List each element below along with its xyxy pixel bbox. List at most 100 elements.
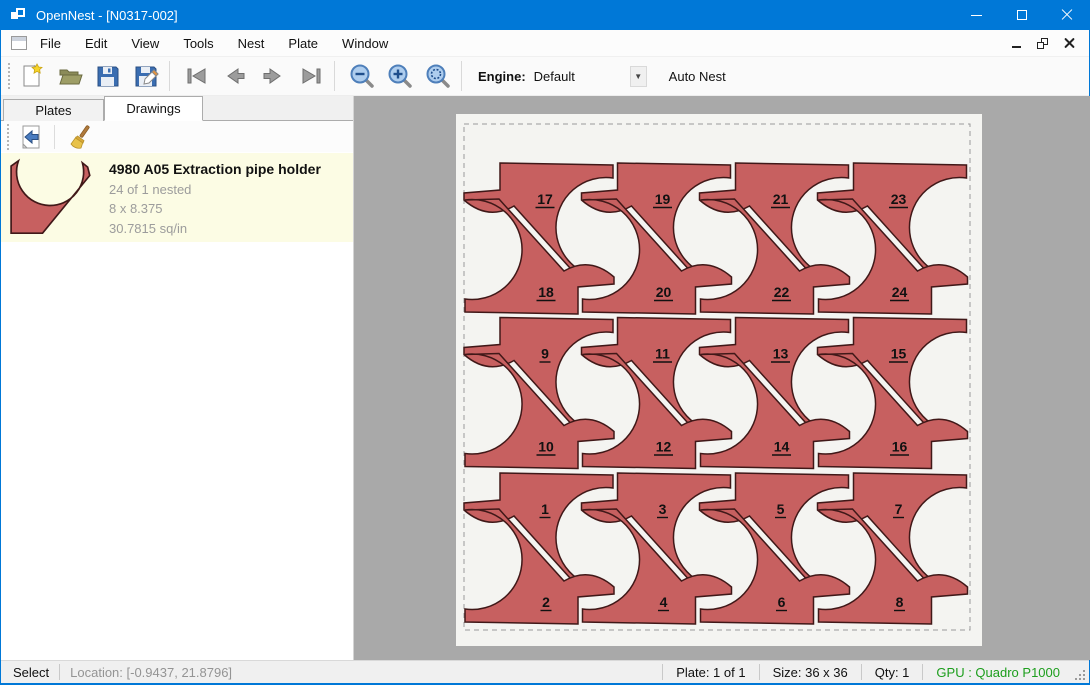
next-plate-button[interactable] [256,60,290,92]
menu-view[interactable]: View [120,32,170,55]
new-button[interactable] [15,60,49,92]
part-number-13: 13 [773,346,789,362]
broom-icon [69,124,95,150]
mdi-minimize-button[interactable] [1012,46,1021,48]
tab-strip: Plates Drawings [1,96,353,121]
part-number-22: 22 [774,284,790,300]
part-number-6: 6 [778,594,786,610]
part-number-19: 19 [655,191,671,207]
last-plate-button[interactable] [294,60,328,92]
clear-drawings-button[interactable] [65,121,99,153]
save-as-icon [133,63,159,89]
part-number-18: 18 [538,284,554,300]
part-number-2: 2 [542,594,550,610]
first-plate-button[interactable] [180,60,214,92]
part-number-21: 21 [773,191,789,207]
zoom-out-icon [349,63,375,89]
part-number-15: 15 [891,346,907,362]
part-number-23: 23 [891,191,907,207]
import-drawing-button[interactable] [14,121,48,153]
open-button[interactable] [53,60,87,92]
last-arrow-icon [298,63,324,89]
mdi-close-button[interactable] [1064,38,1075,49]
nest-drawing: 171921231820222491113151012141613572468 [354,96,1090,660]
part-thumbnail [9,157,95,238]
main-toolbar: Engine: Default ▼ Auto Nest [1,57,1089,96]
part-number-10: 10 [538,439,554,455]
status-qty: Qty: 1 [872,665,913,680]
close-icon [1061,9,1073,21]
import-arrow-icon [18,124,44,150]
mdi-restore-button[interactable] [1037,38,1048,49]
save-as-button[interactable] [129,60,163,92]
window-title: OpenNest - [N0317-002] [36,8,178,23]
resize-grip[interactable] [1073,668,1087,682]
menu-plate[interactable]: Plate [277,32,329,55]
part-number-14: 14 [774,439,790,455]
part-number-7: 7 [895,501,903,517]
open-folder-icon [57,63,83,89]
drawings-toolbar-grip[interactable] [7,124,10,150]
tab-plates[interactable]: Plates [3,99,104,121]
zoom-in-icon [387,63,413,89]
minimize-button[interactable] [954,0,999,30]
part-number-16: 16 [892,439,908,455]
part-number-4: 4 [660,594,668,610]
drawing-area: 30.7815 sq/in [109,221,321,236]
document-icon[interactable] [11,36,27,50]
auto-nest-button[interactable]: Auto Nest [661,64,734,89]
menu-bar: File Edit View Tools Nest Plate Window [1,30,1089,57]
part-number-5: 5 [777,501,785,517]
status-bar: Select Location: [-0.9437, 21.8796] Plat… [1,660,1089,683]
menu-edit[interactable]: Edit [74,32,118,55]
first-arrow-icon [184,63,210,89]
part-number-1: 1 [541,501,549,517]
previous-arrow-icon [222,63,248,89]
part-number-9: 9 [541,346,549,362]
status-mode: Select [13,665,49,680]
new-document-icon [19,63,45,89]
engine-value: Default [532,69,628,84]
menu-window[interactable]: Window [331,32,399,55]
zoom-extents-icon [425,63,451,89]
previous-plate-button[interactable] [218,60,252,92]
part-number-3: 3 [659,501,667,517]
drawing-list-item[interactable]: 4980 A05 Extraction pipe holder 24 of 1 … [1,153,353,242]
title-bar: OpenNest - [N0317-002] [1,0,1089,30]
menu-file[interactable]: File [29,32,72,55]
maximize-icon [1017,10,1027,20]
left-panel: Plates Drawings 4980 A05 Extraction pipe… [1,96,354,660]
zoom-extents-button[interactable] [421,60,455,92]
thumbnail-part-shape [11,161,90,233]
part-number-8: 8 [896,594,904,610]
menu-tools[interactable]: Tools [172,32,224,55]
nest-canvas[interactable]: 171921231820222491113151012141613572468 [354,96,1090,660]
drawing-nested-count: 24 of 1 nested [109,182,321,197]
drawing-title: 4980 A05 Extraction pipe holder [109,161,321,177]
app-icon [11,8,27,22]
status-size: Size: 36 x 36 [770,665,851,680]
zoom-in-button[interactable] [383,60,417,92]
minimize-icon [971,15,982,16]
part-number-24: 24 [892,284,908,300]
part-number-17: 17 [537,191,553,207]
engine-combobox[interactable]: Default ▼ [532,64,647,88]
tab-drawings[interactable]: Drawings [104,96,203,121]
drawings-toolbar [1,121,353,152]
opennest-window: { "window": { "title": "OpenNest - [N031… [0,0,1090,685]
drawing-size: 8 x 8.375 [109,201,321,216]
save-button[interactable] [91,60,125,92]
zoom-out-button[interactable] [345,60,379,92]
next-arrow-icon [260,63,286,89]
close-button[interactable] [1044,0,1089,30]
menu-nest[interactable]: Nest [227,32,276,55]
status-location: Location: [-0.9437, 21.8796] [70,665,232,680]
maximize-button[interactable] [999,0,1044,30]
toolbar-grip[interactable] [8,63,11,89]
part-number-20: 20 [656,284,672,300]
part-number-12: 12 [656,439,672,455]
chevron-down-icon[interactable]: ▼ [630,66,647,87]
save-icon [95,63,121,89]
engine-label: Engine: [478,69,526,84]
status-plate: Plate: 1 of 1 [673,665,748,680]
